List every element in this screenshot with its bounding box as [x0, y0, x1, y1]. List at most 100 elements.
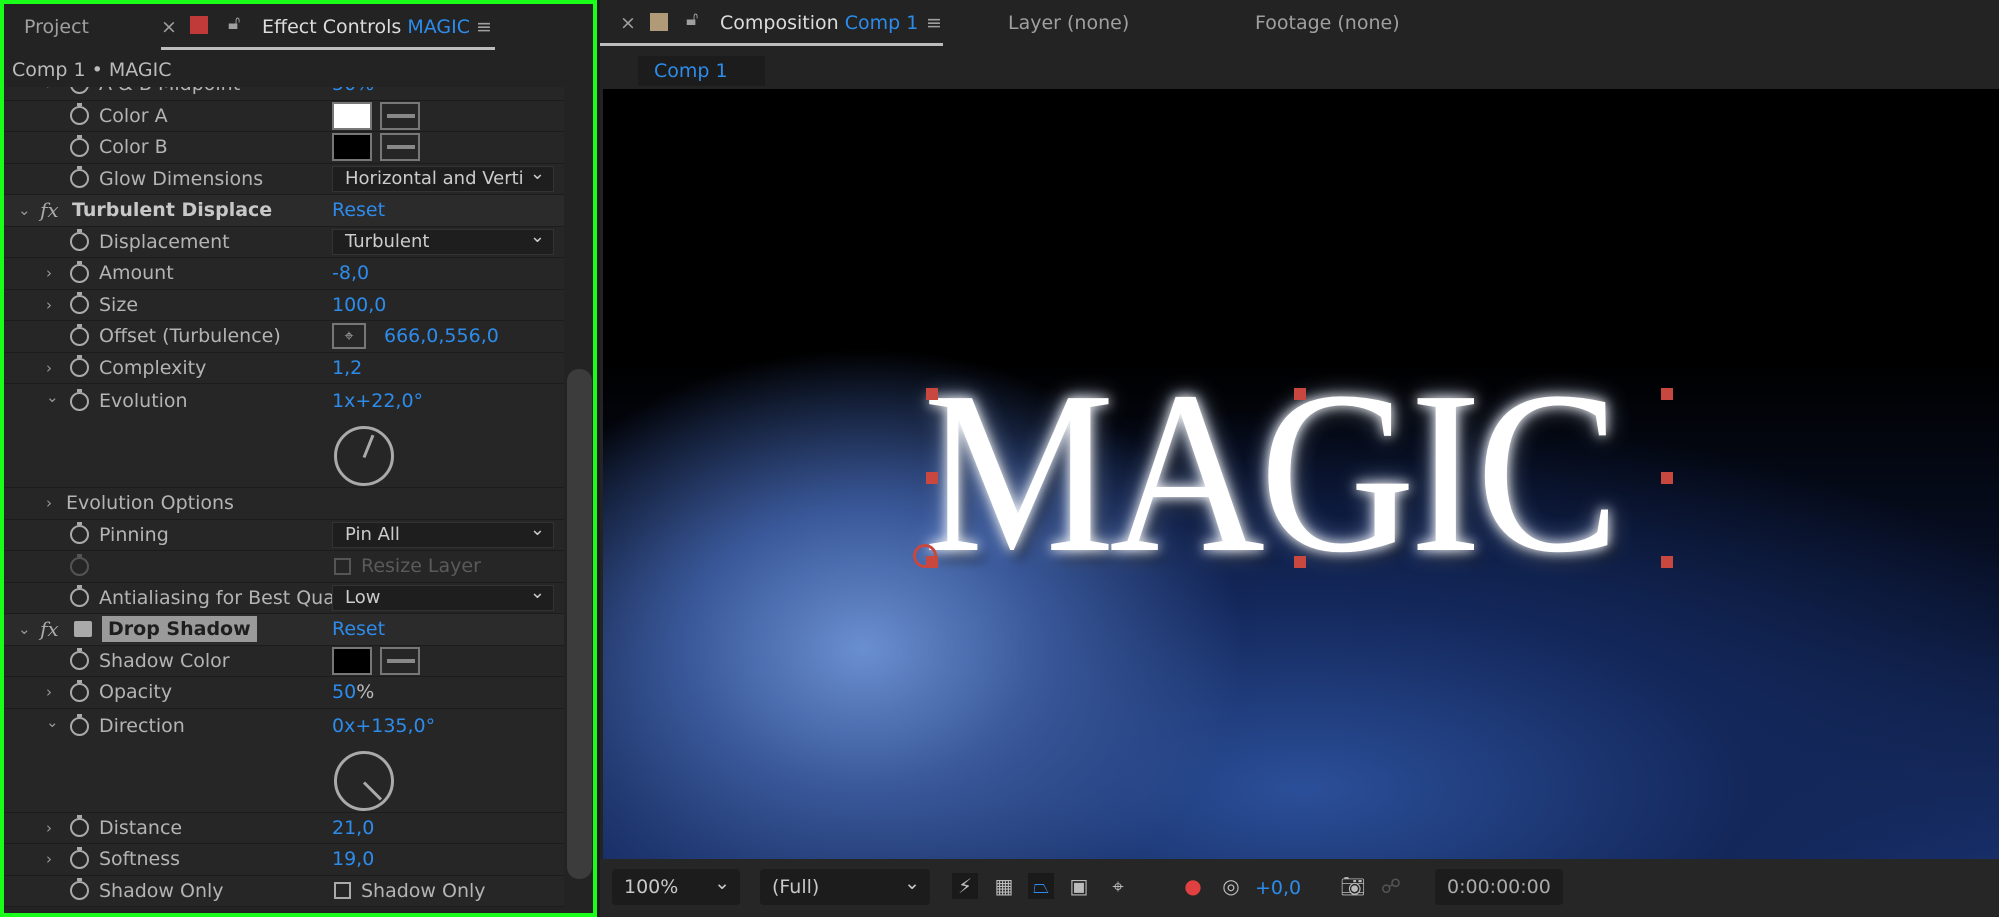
pinning-dropdown[interactable]: Pin All [332, 521, 554, 548]
property-value[interactable]: 666,0,556,0 [384, 325, 499, 347]
comp-navigator-tab[interactable]: Comp 1 [638, 56, 765, 86]
fast-previews-icon[interactable]: ⚡︎ [952, 873, 978, 899]
zoom-dropdown[interactable]: 100% ⌄ [612, 869, 740, 905]
label-color-swatch[interactable] [190, 16, 208, 34]
expand-icon[interactable]: › [46, 819, 60, 837]
composition-viewer[interactable]: MAGIC [603, 89, 1999, 859]
color-swatch[interactable] [332, 101, 372, 130]
stopwatch-icon[interactable] [70, 103, 89, 126]
transform-handle[interactable] [926, 388, 938, 400]
panel-menu-icon[interactable]: ≡ [476, 16, 492, 38]
collapse-icon[interactable]: ⌄ [18, 620, 32, 638]
transform-handle[interactable] [1294, 556, 1306, 568]
reset-button[interactable]: Reset [332, 199, 385, 221]
lock-icon[interactable]: 🔓︎ [228, 12, 240, 34]
glow-dimensions-dropdown[interactable]: Horizontal and Verti [332, 165, 554, 192]
effect-header[interactable]: ⌄ fx Turbulent Displace Reset [4, 195, 564, 227]
mask-path-visibility-icon[interactable]: ⏢ [1028, 873, 1054, 899]
region-of-interest-icon[interactable]: ▣ [1066, 873, 1092, 899]
transform-handle[interactable] [1661, 388, 1673, 400]
opacity-value[interactable]: 50 [332, 681, 356, 703]
expand-icon[interactable]: › [46, 850, 60, 868]
property-value[interactable]: 1,2 [332, 357, 362, 379]
antialiasing-dropdown[interactable]: Low [332, 584, 554, 611]
close-tab-icon[interactable]: × [620, 12, 636, 34]
transform-handle[interactable] [1294, 388, 1306, 400]
exposure-reset-icon[interactable]: ◎ [1218, 873, 1244, 899]
stopwatch-icon[interactable] [70, 585, 89, 608]
stopwatch-icon[interactable] [70, 166, 89, 189]
collapse-icon[interactable]: ⌄ [46, 388, 60, 406]
tab-layer[interactable]: Layer (none) [1008, 12, 1129, 34]
stopwatch-icon[interactable] [70, 229, 89, 252]
expand-icon[interactable]: › [46, 87, 60, 93]
snapshot-camera-icon[interactable]: 📷︎ [1340, 873, 1366, 899]
eyedropper-icon[interactable] [380, 646, 420, 675]
property-value[interactable]: 1x+22,0° [332, 390, 423, 412]
scrollbar[interactable] [567, 369, 592, 879]
resolution-dropdown[interactable]: (Full) ⌄ [760, 869, 930, 905]
stopwatch-icon[interactable] [70, 878, 89, 901]
transform-handle[interactable] [926, 472, 938, 484]
stopwatch-icon[interactable] [70, 815, 89, 838]
direction-dial[interactable] [334, 750, 394, 811]
transform-handle[interactable] [1661, 556, 1673, 568]
guides-icon[interactable]: ⌖ [1105, 873, 1131, 899]
property-value[interactable]: 0x+135,0° [332, 715, 435, 737]
expand-icon[interactable]: › [46, 359, 60, 377]
stopwatch-icon[interactable] [70, 389, 89, 411]
show-snapshot-icon[interactable]: ☍ [1378, 873, 1404, 899]
stopwatch-icon[interactable] [70, 679, 89, 702]
collapse-icon[interactable]: ⌄ [18, 201, 32, 219]
stopwatch-icon[interactable] [70, 522, 89, 545]
color-swatch[interactable] [332, 646, 372, 675]
property-value[interactable]: 50% [332, 681, 374, 703]
property-value[interactable]: 21,0 [332, 817, 374, 839]
stopwatch-icon[interactable] [70, 648, 89, 671]
crosshair-icon[interactable]: ⌖ [332, 323, 366, 350]
resize-layer-checkbox[interactable] [334, 557, 351, 575]
tab-footage[interactable]: Footage (none) [1255, 12, 1400, 34]
stopwatch-icon[interactable] [70, 87, 89, 94]
tab-composition[interactable]: Composition Comp 1 [720, 12, 918, 34]
property-value[interactable]: 19,0 [332, 848, 374, 870]
fx-icon[interactable]: fx [40, 617, 59, 641]
collapse-icon[interactable]: ⌄ [46, 713, 60, 731]
stopwatch-icon[interactable] [70, 713, 89, 736]
stopwatch-icon[interactable] [70, 846, 89, 869]
displacement-dropdown[interactable]: Turbulent [332, 228, 554, 255]
panel-menu-icon[interactable]: ≡ [926, 12, 942, 34]
magic-text-layer[interactable]: MAGIC [923, 357, 1620, 589]
tab-project[interactable]: Project [24, 16, 89, 38]
color-swatch[interactable] [332, 133, 372, 162]
stopwatch-icon[interactable] [70, 355, 89, 378]
close-tab-icon[interactable]: × [161, 16, 177, 38]
property-group-label[interactable]: Evolution Options [66, 492, 234, 514]
tab-effect-controls[interactable]: Effect Controls MAGIC [262, 16, 470, 38]
eyedropper-icon[interactable] [380, 101, 420, 130]
evolution-dial[interactable] [334, 426, 394, 486]
transform-handle[interactable] [1661, 472, 1673, 484]
expand-icon[interactable]: › [46, 296, 60, 314]
property-value[interactable]: 50% [332, 87, 374, 95]
property-value[interactable]: -8,0 [332, 262, 369, 284]
property-value[interactable]: 100,0 [332, 294, 386, 316]
stopwatch-icon[interactable] [70, 134, 89, 157]
label-color-swatch[interactable] [650, 13, 668, 31]
shadow-only-checkbox[interactable] [334, 882, 351, 900]
stopwatch-icon[interactable] [70, 323, 89, 346]
exposure-value[interactable]: +0,0 [1255, 877, 1301, 899]
timecode-display[interactable]: 0:00:00:00 [1435, 869, 1563, 905]
expand-icon[interactable]: › [46, 683, 60, 701]
stopwatch-icon[interactable] [70, 292, 89, 315]
channel-rgb-icon[interactable]: ● [1180, 873, 1206, 899]
expand-icon[interactable]: › [46, 494, 60, 512]
fx-icon[interactable]: fx [40, 198, 59, 222]
eyedropper-icon[interactable] [380, 133, 420, 162]
lock-icon[interactable]: 🔓︎ [686, 8, 698, 30]
anchor-point-icon[interactable] [913, 544, 937, 568]
transparency-grid-icon[interactable]: ▦ [991, 873, 1017, 899]
expand-icon[interactable]: › [46, 264, 60, 282]
reset-button[interactable]: Reset [332, 618, 385, 640]
effect-header[interactable]: ⌄ fx Drop Shadow Reset [4, 614, 564, 646]
